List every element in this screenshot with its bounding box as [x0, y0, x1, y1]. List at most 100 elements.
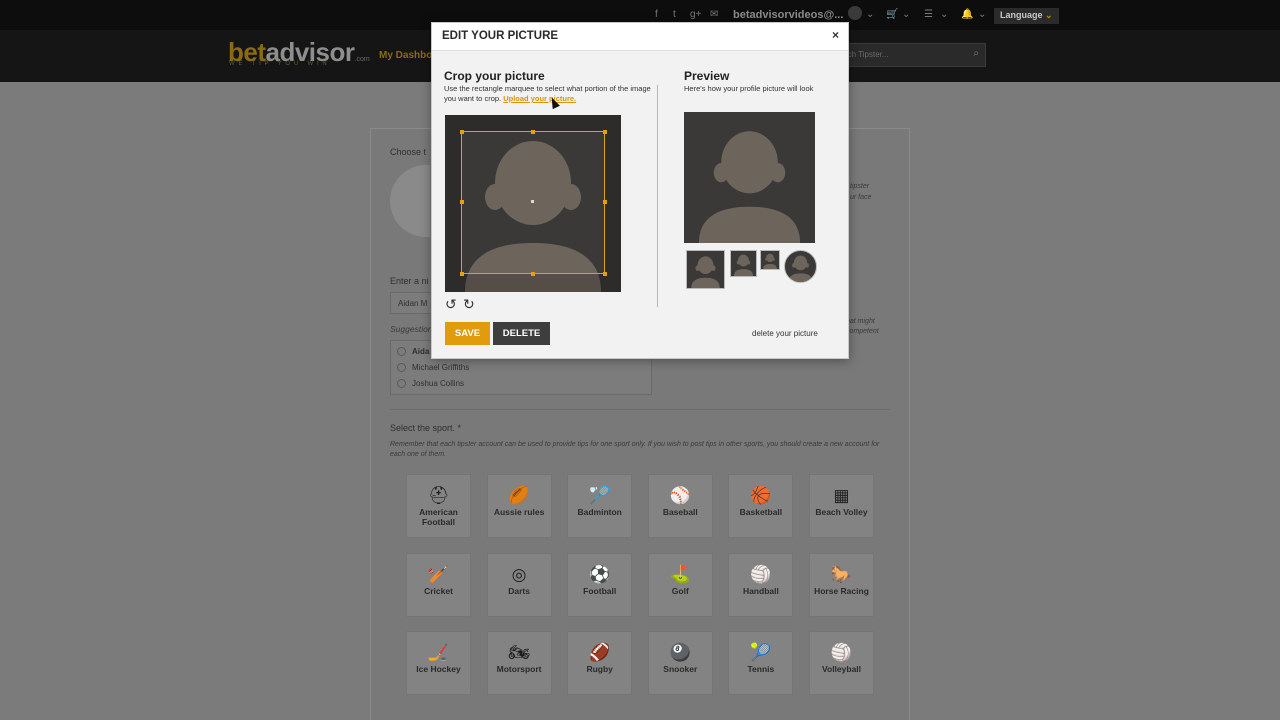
cart-icon[interactable]: 🛒	[886, 9, 898, 20]
sport-icon: ▦	[833, 486, 850, 505]
avatar[interactable]	[848, 6, 862, 20]
settings-icon[interactable]: ☰	[924, 9, 933, 20]
suggestion-option[interactable]: Aida	[412, 347, 429, 356]
resize-handle[interactable]	[602, 271, 607, 276]
sport-icon: 🏈	[589, 643, 611, 662]
sport-label: Darts	[508, 585, 530, 596]
sport-tile[interactable]: 🏐 Handball	[728, 552, 794, 617]
sport-label: Ice Hockey	[416, 664, 461, 674]
sport-section-desc: Remember that each tipster account can b…	[390, 441, 880, 458]
logo-tagline: WE TIP YOU WIN	[229, 61, 331, 67]
search-input[interactable]: rch Tipster... ⌕	[834, 43, 986, 67]
rotate-left-icon[interactable]: ↺	[445, 296, 457, 313]
language-select[interactable]: Language ⌄	[994, 8, 1059, 24]
search-icon[interactable]: ⌕	[973, 48, 979, 59]
sport-tile[interactable]: 🎾 Tennis	[728, 631, 794, 695]
sport-label: Volleyball	[821, 664, 862, 674]
chevron-down-icon[interactable]: ⌄	[902, 9, 910, 20]
sport-icon: 🏐	[830, 643, 853, 662]
mail-icon[interactable]: ✉	[710, 9, 718, 20]
sport-icon: 🎱	[669, 643, 691, 662]
resize-handle[interactable]	[531, 271, 535, 276]
sport-section-title: Select the sport. *	[390, 423, 462, 433]
sport-icon: 🏸	[589, 486, 611, 505]
sport-icon: 🏐	[750, 564, 772, 584]
sport-tile[interactable]: 🏉 Aussie rules	[486, 474, 552, 538]
sport-tile[interactable]: 🏒 Ice Hockey	[406, 631, 471, 695]
preview-thumb-large	[686, 250, 725, 289]
google-plus-icon[interactable]: g+	[690, 9, 701, 20]
chevron-down-icon[interactable]: ⌄	[866, 9, 874, 20]
twitter-icon[interactable]: t	[673, 9, 676, 20]
sport-label: Badminton	[577, 507, 622, 517]
avatar-silhouette-icon	[788, 255, 813, 282]
sport-label: Horse Racing	[814, 585, 869, 596]
preview-thumb-small	[760, 250, 780, 270]
suggestion-radio[interactable]	[397, 347, 406, 356]
resize-handle[interactable]	[602, 129, 607, 134]
sport-icon: 🎾	[750, 643, 772, 662]
upload-picture-link[interactable]: Upload your picture.	[503, 94, 576, 103]
sport-tile[interactable]: 🏸 Badminton	[567, 474, 633, 538]
picture-hint: ur face	[850, 194, 872, 201]
chevron-down-icon[interactable]: ⌄	[940, 9, 948, 20]
resize-handle[interactable]	[459, 200, 464, 204]
sport-tile[interactable]: 🏍 Motorsport	[486, 631, 552, 695]
sport-label: Handball	[742, 585, 779, 596]
facebook-icon[interactable]: f	[655, 9, 658, 20]
sport-tile[interactable]: 🎱 Snooker	[647, 631, 713, 695]
account-email[interactable]: betadvisorvideos@...	[733, 9, 843, 21]
suggestions-label: Suggestion	[390, 324, 433, 334]
sport-label: Cricket	[424, 585, 453, 596]
sport-tile[interactable]: ⚾ Baseball	[647, 474, 713, 538]
resize-handle[interactable]	[531, 129, 535, 134]
sport-tile[interactable]: ⛑ American Football	[406, 474, 471, 538]
suggestion-radio[interactable]	[397, 379, 406, 388]
chevron-down-icon[interactable]: ⌄	[978, 9, 986, 20]
picture-hint: tipster	[850, 183, 870, 190]
sport-tile[interactable]: ⛳ Golf	[647, 552, 713, 617]
choose-picture-label: Choose t	[390, 147, 427, 157]
avatar-silhouette-icon	[733, 254, 754, 276]
sport-tile[interactable]: ▦ Beach Volley	[809, 474, 874, 538]
sport-tile[interactable]: 🏐 Volleyball	[809, 631, 874, 695]
sport-tile[interactable]: 🏀 Basketball	[728, 474, 794, 538]
delete-button[interactable]: DELETE	[493, 322, 550, 345]
sport-tile[interactable]: 🏈 Rugby	[567, 631, 633, 695]
sport-label: Baseball	[662, 507, 698, 517]
preview-thumb-round	[784, 250, 817, 283]
avatar-silhouette-icon	[763, 253, 777, 269]
sport-icon: ⚾	[669, 486, 691, 505]
sport-tile[interactable]: ◎ Darts	[486, 552, 552, 617]
delete-picture-link[interactable]: delete your picture	[752, 329, 818, 338]
sport-tile[interactable]: 🐎 Horse Racing	[809, 552, 874, 617]
preview-thumb-medium	[730, 250, 757, 277]
sport-icon: ◎	[511, 564, 527, 584]
bell-icon[interactable]: 🔔	[961, 9, 973, 20]
crop-canvas[interactable]	[445, 115, 621, 292]
resize-handle[interactable]	[459, 129, 464, 134]
sport-icon: 🐎	[830, 564, 853, 584]
nav-my-dashboard[interactable]: My Dashboa	[379, 50, 438, 61]
sport-label: American Football	[419, 507, 458, 527]
suggestion-option[interactable]: Joshua Collins	[412, 379, 464, 388]
sport-label: Rugby	[586, 664, 613, 674]
suggestion-option[interactable]: Michael Griffiths	[412, 363, 469, 372]
avatar-silhouette-icon	[691, 256, 720, 288]
sport-icon: 🏏	[427, 564, 450, 584]
sport-icon: ⛑	[427, 486, 450, 505]
rotate-right-icon[interactable]: ↻	[463, 296, 475, 313]
sport-label: Tennis	[747, 664, 775, 674]
resize-handle[interactable]	[602, 200, 607, 204]
sport-tile[interactable]: ⚽ Football	[567, 552, 633, 617]
crop-marquee[interactable]	[459, 129, 607, 276]
resize-handle[interactable]	[459, 271, 464, 276]
nickname-label: Enter a ni	[390, 276, 429, 286]
sport-tile[interactable]: 🏏 Cricket	[406, 552, 471, 617]
avatar-silhouette-icon	[698, 131, 801, 243]
close-icon[interactable]: ×	[832, 28, 839, 42]
divider	[390, 409, 890, 410]
sport-label: Basketball	[739, 507, 783, 517]
save-button[interactable]: SAVE	[445, 322, 490, 345]
suggestion-radio[interactable]	[397, 363, 406, 372]
